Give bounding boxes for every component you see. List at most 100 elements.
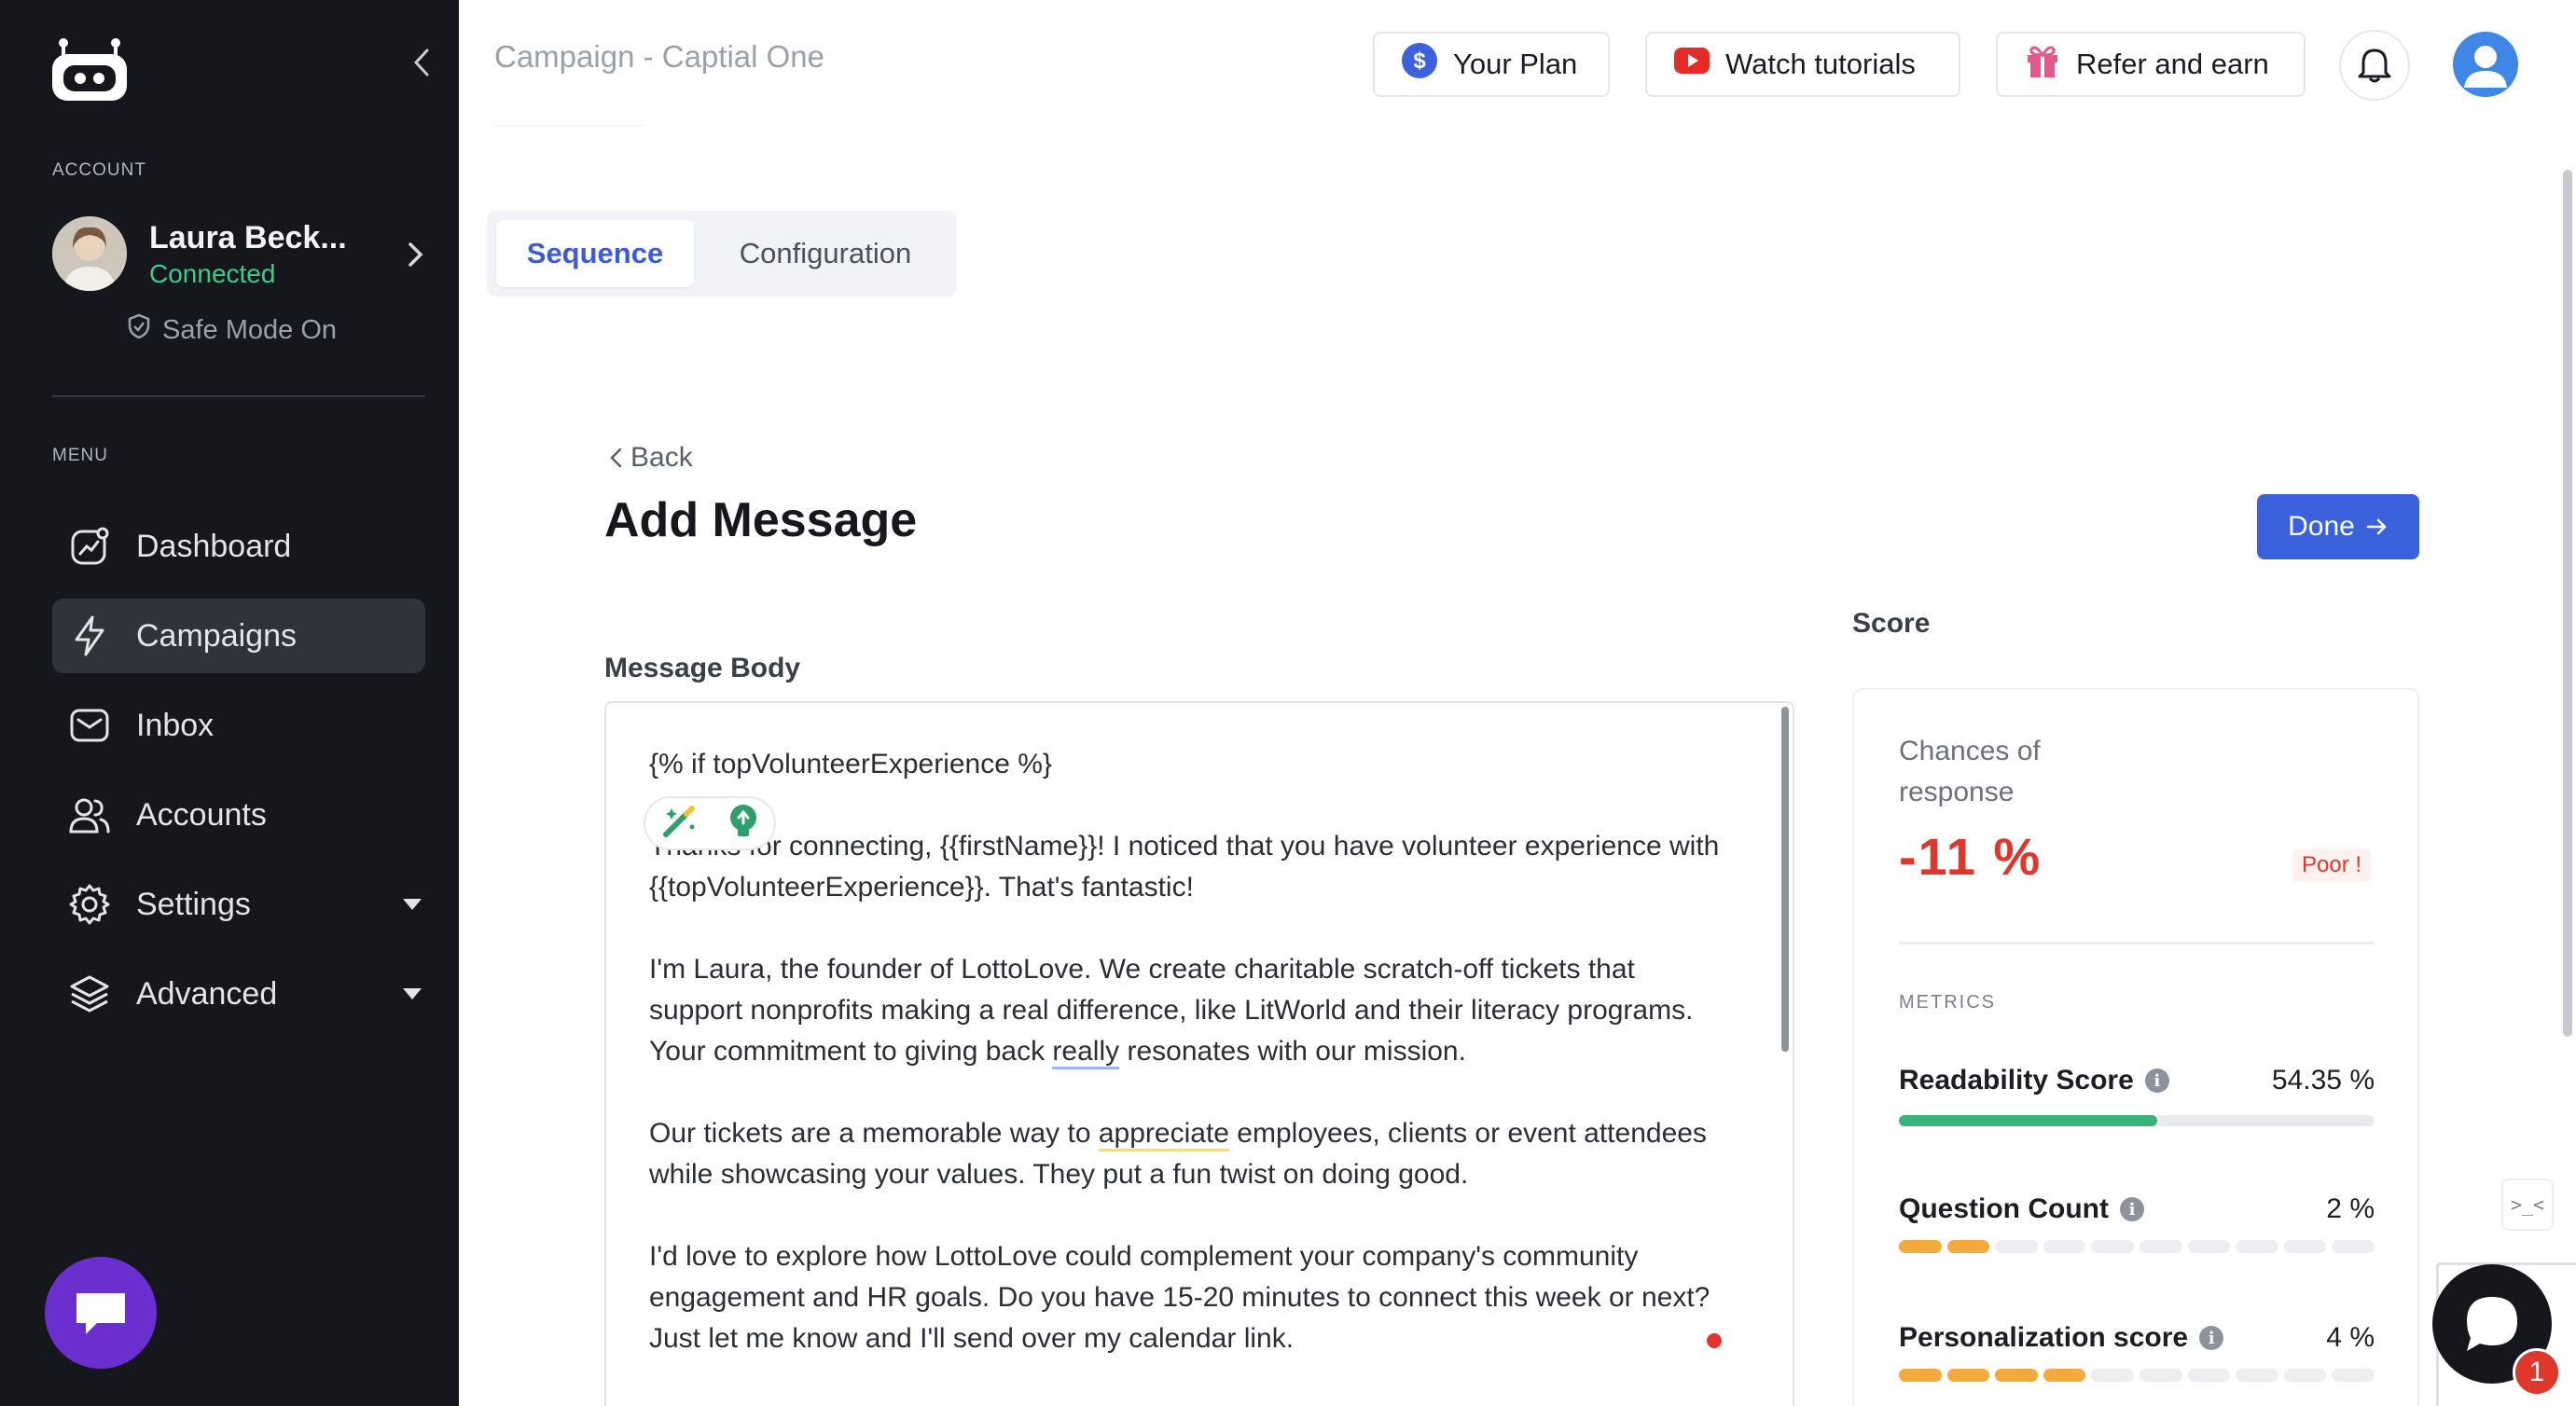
sidebar-item-label: Inbox bbox=[136, 707, 215, 743]
add-message-title: Add Message bbox=[604, 493, 918, 547]
message-line: {% if topVolunteerExperience %} bbox=[649, 749, 1052, 779]
metric-name: Readability Score bbox=[1899, 1065, 2134, 1096]
sidebar: ACCOUNT Laura Beck... Connected Safe Mod… bbox=[0, 0, 459, 1406]
sidebar-item-accounts[interactable]: Accounts bbox=[52, 778, 425, 852]
tab-sequence[interactable]: Sequence bbox=[496, 220, 694, 287]
metric-segment bbox=[2043, 1240, 2086, 1253]
info-icon[interactable]: i bbox=[2199, 1326, 2224, 1350]
personalization-segments bbox=[1899, 1369, 2375, 1382]
chat-bubble-icon bbox=[2467, 1297, 2517, 1351]
lightbulb-icon[interactable] bbox=[725, 801, 762, 847]
message-paragraph: Thanks for connecting, {{firstName}}! I … bbox=[649, 831, 1727, 903]
unread-count-badge: 1 bbox=[2513, 1348, 2561, 1397]
metric-segment bbox=[1946, 1369, 1990, 1382]
metric-segment bbox=[2139, 1369, 2182, 1382]
sidebar-item-inbox[interactable]: Inbox bbox=[52, 688, 425, 763]
collapse-sidebar-icon[interactable] bbox=[407, 47, 438, 78]
score-card: Chances of response -11 % Poor ! METRICS… bbox=[1852, 688, 2419, 1406]
account-avatar bbox=[52, 216, 127, 291]
score-label: Score bbox=[1852, 608, 1931, 639]
rating-badge: Poor ! bbox=[2292, 848, 2372, 882]
account-name: Laura Beck... bbox=[149, 220, 347, 255]
metric-segment bbox=[2187, 1240, 2231, 1253]
youtube-icon bbox=[1673, 47, 1710, 82]
metric-segment bbox=[1946, 1240, 1990, 1253]
metric-segment bbox=[1995, 1369, 2038, 1382]
svg-text:$: $ bbox=[1413, 48, 1426, 74]
metric-segment bbox=[2332, 1369, 2375, 1382]
safe-mode-indicator: Safe Mode On bbox=[127, 313, 337, 347]
info-icon[interactable]: i bbox=[2119, 1197, 2144, 1221]
sidebar-item-campaigns[interactable]: Campaigns bbox=[52, 599, 425, 673]
metric-segment bbox=[2283, 1369, 2327, 1382]
magic-wand-icon[interactable] bbox=[658, 801, 699, 847]
chat-launcher-button[interactable] bbox=[45, 1257, 157, 1369]
caret-down-icon[interactable] bbox=[403, 899, 422, 910]
done-button[interactable]: Done bbox=[2257, 494, 2419, 559]
chances-of-response-label: Chances of response bbox=[1899, 736, 2041, 807]
message-body-editor[interactable]: {% if topVolunteerExperience %} Thanks f… bbox=[604, 701, 1794, 1406]
sidebar-item-label: Settings bbox=[136, 886, 251, 922]
message-paragraph: Our tickets are a memorable way to bbox=[649, 1118, 1099, 1149]
metric-value: 54.35 % bbox=[2271, 1065, 2375, 1096]
message-body-label: Message Body bbox=[604, 653, 801, 683]
dashboard-icon bbox=[67, 524, 112, 569]
caret-down-icon[interactable] bbox=[403, 988, 422, 999]
readability-progress-fill bbox=[1899, 1115, 2158, 1126]
users-icon bbox=[67, 793, 112, 837]
lightning-icon bbox=[67, 613, 112, 658]
style-suggestion[interactable]: appreciate bbox=[1098, 1118, 1229, 1151]
metric-value: 2 % bbox=[2326, 1193, 2375, 1224]
gift-icon bbox=[2024, 42, 2061, 87]
spelling-suggestion[interactable]: really bbox=[1052, 1036, 1120, 1069]
account-switcher[interactable]: Laura Beck... Connected bbox=[52, 216, 425, 291]
your-plan-button[interactable]: $ Your Plan bbox=[1373, 32, 1610, 97]
bell-icon bbox=[2358, 48, 2391, 83]
chances-of-response-value: -11 % bbox=[1899, 827, 2043, 886]
metric-segment bbox=[2091, 1369, 2134, 1382]
sidebar-item-advanced[interactable]: Advanced bbox=[52, 957, 425, 1031]
sidebar-divider bbox=[52, 395, 425, 397]
view-tabs: Sequence Configuration bbox=[487, 211, 957, 296]
unsaved-indicator bbox=[1707, 1333, 1722, 1348]
metric-segment bbox=[2091, 1240, 2134, 1253]
back-link[interactable]: Back bbox=[606, 442, 693, 474]
metric-value: 4 % bbox=[2326, 1322, 2375, 1353]
editor-scrollbar[interactable] bbox=[1781, 707, 1789, 1052]
metric-segment bbox=[1899, 1240, 1942, 1253]
sidebar-item-label: Advanced bbox=[136, 975, 278, 1012]
page-title: Campaign - Captial One bbox=[494, 39, 825, 74]
account-section-label: ACCOUNT bbox=[52, 160, 146, 180]
chevron-right-icon[interactable] bbox=[403, 241, 427, 269]
notifications-button[interactable] bbox=[2339, 30, 2410, 101]
sidebar-item-settings[interactable]: Settings bbox=[52, 867, 425, 942]
page-scrollbar[interactable] bbox=[2563, 170, 2572, 1037]
metric-segment bbox=[2332, 1240, 2375, 1253]
metric-segment bbox=[2236, 1369, 2278, 1382]
refer-and-earn-button[interactable]: Refer and earn bbox=[1996, 32, 2306, 97]
robot-logo-icon[interactable] bbox=[48, 37, 131, 104]
sidebar-item-label: Campaigns bbox=[136, 617, 297, 654]
menu-section-label: MENU bbox=[52, 446, 108, 465]
message-paragraph: resonates with our mission. bbox=[1119, 1036, 1466, 1067]
metric-segment bbox=[2236, 1240, 2278, 1253]
layers-icon bbox=[67, 972, 112, 1016]
metric-segment bbox=[2139, 1240, 2182, 1253]
your-plan-label: Your Plan bbox=[1453, 48, 1578, 80]
message-body-text[interactable]: {% if topVolunteerExperience %} Thanks f… bbox=[649, 744, 1722, 1359]
info-icon[interactable]: i bbox=[2144, 1068, 2169, 1093]
user-avatar[interactable] bbox=[2453, 32, 2518, 97]
sidebar-item-label: Dashboard bbox=[136, 528, 292, 564]
dollar-icon: $ bbox=[1401, 42, 1438, 87]
safe-mode-label: Safe Mode On bbox=[162, 314, 337, 345]
metrics-label: METRICS bbox=[1899, 992, 1996, 1013]
metric-segment bbox=[1899, 1369, 1942, 1382]
done-label: Done bbox=[2288, 511, 2355, 542]
tab-configuration[interactable]: Configuration bbox=[707, 220, 944, 287]
watch-tutorials-button[interactable]: Watch tutorials bbox=[1645, 32, 1960, 97]
side-widget-toggle[interactable]: >_< bbox=[2501, 1179, 2554, 1231]
message-paragraph: I'd love to explore how LottoLove could … bbox=[649, 1241, 1718, 1354]
sidebar-item-label: Accounts bbox=[136, 796, 267, 833]
metric-segment bbox=[2187, 1369, 2231, 1382]
sidebar-item-dashboard[interactable]: Dashboard bbox=[52, 509, 425, 584]
